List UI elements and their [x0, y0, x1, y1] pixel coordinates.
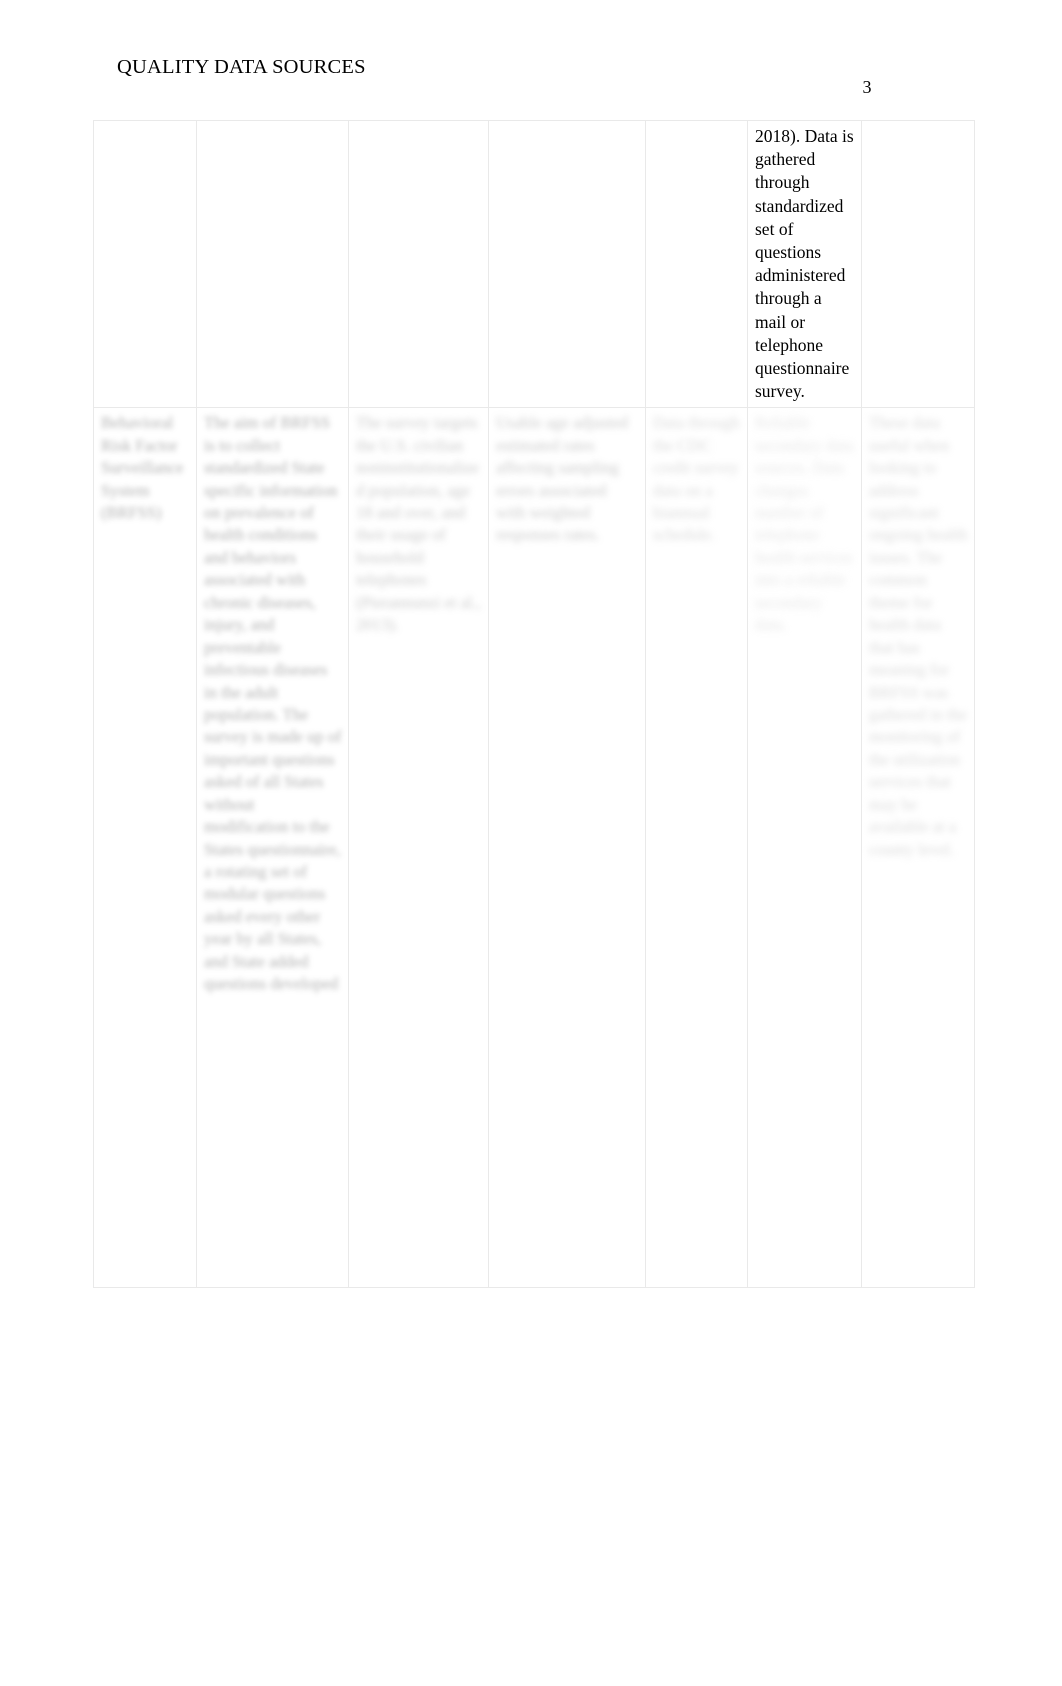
cell-r2c5: Data through the CDC credit survey data …	[645, 407, 748, 1289]
cell-r1c5	[645, 119, 748, 409]
running-header: QUALITY DATA SOURCES	[117, 56, 366, 78]
cell-r2c3-text: The survey targets the U.S. civilian non…	[356, 413, 481, 635]
cell-r2c4: Usable age adjusted estimated rates affe…	[488, 407, 646, 1289]
data-sources-table: 2018). Data is gathered through standard…	[93, 119, 975, 1289]
cell-r1c3	[348, 119, 489, 409]
cell-r2c6-text: Reliable secondary data sources. Data ch…	[755, 413, 854, 635]
cell-r1c2	[196, 119, 349, 409]
document-page: QUALITY DATA SOURCES 3 2018). Data is ga…	[0, 0, 1062, 1686]
cell-r2c7-text: These data useful when looking to addres…	[869, 413, 968, 859]
cell-r2c4-text: Usable age adjusted estimated rates affe…	[496, 413, 628, 545]
cell-r2c2: The aim of BRFSS is to collect standardi…	[196, 407, 349, 1289]
cell-r1c1	[93, 119, 197, 409]
cell-r2c1: Behavioral Risk Factor Surveillance Syst…	[93, 407, 197, 1289]
cell-r2c7: These data useful when looking to addres…	[861, 407, 975, 1289]
cell-r1c6: 2018). Data is gathered through standard…	[747, 119, 862, 409]
cell-r2c3: The survey targets the U.S. civilian non…	[348, 407, 489, 1289]
cell-r2c1-text: Behavioral Risk Factor Surveillance Syst…	[101, 413, 184, 522]
cell-r1c4	[488, 119, 646, 409]
cell-r2c6: Reliable secondary data sources. Data ch…	[747, 407, 862, 1289]
cell-r1c6-text: 2018). Data is gathered through standard…	[755, 126, 854, 402]
cell-r1c7	[861, 119, 975, 409]
table-row: 2018). Data is gathered through standard…	[93, 119, 975, 409]
cell-r2c5-text: Data through the CDC credit survey data …	[653, 413, 740, 545]
table-row: Behavioral Risk Factor Surveillance Syst…	[93, 407, 975, 1289]
cell-r2c2-text: The aim of BRFSS is to collect standardi…	[204, 413, 342, 994]
page-number: 3	[862, 77, 872, 97]
